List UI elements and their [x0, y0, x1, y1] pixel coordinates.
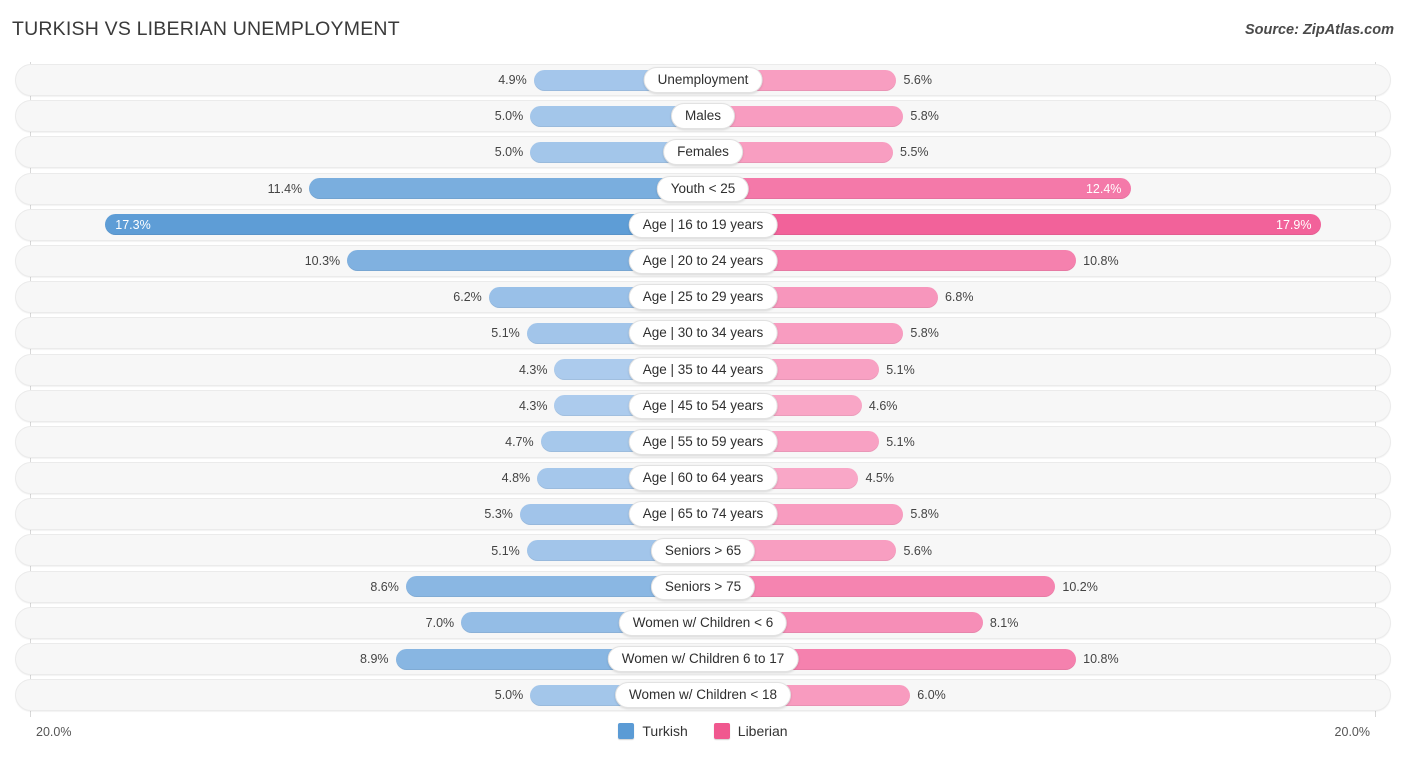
value-label-liberian: 12.4%: [1085, 181, 1122, 196]
value-label-turkish: 5.0%: [494, 109, 524, 124]
chart-row: 11.4% 12.4% Youth < 25: [12, 171, 1394, 207]
chart-row: 5.0% 5.8% Males: [12, 98, 1394, 134]
category-label: Youth < 25: [656, 175, 750, 202]
category-label: Age | 65 to 74 years: [628, 501, 778, 528]
value-label-turkish: 5.1%: [491, 326, 520, 341]
category-label: Age | 20 to 24 years: [628, 248, 778, 275]
page-title: TURKISH VS LIBERIAN UNEMPLOYMENT: [12, 18, 400, 40]
chart-row: 5.3% 5.8% Age | 65 to 74 years: [12, 496, 1394, 532]
value-label-turkish: 4.7%: [505, 434, 534, 449]
chart-row: 17.3% 17.9% Age | 16 to 19 years: [12, 207, 1394, 243]
chart-rows: 4.9% 5.6% Unemployment 5.0% 5.8% Males 5.0% 5.5…: [12, 62, 1394, 713]
chart-row: 5.0% 5.5% Females: [12, 134, 1394, 170]
category-label: Age | 55 to 59 years: [628, 428, 778, 455]
value-label-liberian: 5.6%: [903, 543, 932, 558]
value-label-turkish: 5.0%: [494, 688, 524, 703]
value-label-liberian: 5.8%: [910, 326, 939, 341]
value-label-liberian: 6.8%: [944, 290, 974, 305]
category-label: Age | 30 to 34 years: [628, 320, 778, 347]
category-label: Age | 60 to 64 years: [628, 465, 778, 492]
bar-turkish[interactable]: [105, 214, 703, 236]
chart-row: 5.1% 5.6% Seniors > 65: [12, 532, 1394, 568]
value-label-turkish: 11.4%: [267, 181, 303, 196]
bar-liberian[interactable]: [703, 178, 1132, 200]
source-attribution: Source: ZipAtlas.com: [1244, 22, 1394, 38]
value-label-turkish: 7.0%: [425, 615, 455, 630]
legend-item-liberian[interactable]: Liberian: [713, 723, 788, 739]
value-label-liberian: 17.9%: [1276, 217, 1312, 232]
value-label-liberian: 8.1%: [989, 615, 1019, 630]
bar-liberian[interactable]: [703, 214, 1322, 236]
value-label-turkish: 5.3%: [484, 507, 513, 522]
value-label-liberian: 5.6%: [903, 73, 932, 88]
bar-liberian[interactable]: [703, 576, 1056, 598]
chart-row: 8.6% 10.2% Seniors > 75: [12, 569, 1394, 605]
value-label-liberian: 6.0%: [917, 688, 946, 703]
category-label: Seniors > 65: [650, 537, 756, 564]
legend-swatch-turkish: [618, 723, 635, 739]
chart-row: 4.9% 5.6% Unemployment: [12, 62, 1394, 98]
value-label-liberian: 5.8%: [910, 507, 939, 522]
plot-area: 4.9% 5.6% Unemployment 5.0% 5.8% Males 5.0% 5.5…: [12, 62, 1394, 717]
value-label-turkish: 6.2%: [453, 290, 482, 305]
value-label-turkish: 8.9%: [360, 652, 389, 667]
chart-row: 4.7% 5.1% Age | 55 to 59 years: [12, 424, 1394, 460]
chart-row: 4.3% 4.6% Age | 45 to 54 years: [12, 388, 1394, 424]
chart-row: 5.0% 6.0% Women w/ Children < 18: [12, 677, 1394, 713]
value-label-turkish: 5.1%: [491, 543, 520, 558]
value-label-turkish: 5.0%: [494, 145, 524, 160]
value-label-turkish: 4.3%: [518, 398, 548, 413]
value-label-liberian: 4.5%: [865, 471, 894, 486]
chart-root: TURKISH VS LIBERIAN UNEMPLOYMENT Source:…: [0, 0, 1406, 757]
legend-swatch-liberian: [713, 723, 730, 739]
value-label-turkish: 10.3%: [304, 254, 341, 269]
category-label: Women w/ Children < 6: [618, 609, 788, 636]
category-label: Age | 16 to 19 years: [628, 211, 778, 238]
value-label-liberian: 4.6%: [868, 398, 898, 413]
value-label-liberian: 5.8%: [910, 109, 939, 124]
value-label-liberian: 10.8%: [1083, 652, 1119, 667]
chart-row: 6.2% 6.8% Age | 25 to 29 years: [12, 279, 1394, 315]
chart-row: 5.1% 5.8% Age | 30 to 34 years: [12, 315, 1394, 351]
chart-row: 7.0% 8.1% Women w/ Children < 6: [12, 605, 1394, 641]
chart-row: 10.3% 10.8% Age | 20 to 24 years: [12, 243, 1394, 279]
value-label-turkish: 4.9%: [498, 73, 527, 88]
value-label-turkish: 8.6%: [370, 579, 399, 594]
chart-row: 4.8% 4.5% Age | 60 to 64 years: [12, 460, 1394, 496]
category-label: Females: [663, 139, 743, 166]
legend-label-turkish: Turkish: [642, 723, 688, 739]
category-label: Age | 25 to 29 years: [628, 284, 778, 311]
value-label-liberian: 5.1%: [886, 362, 915, 377]
value-label-turkish: 4.3%: [518, 362, 548, 377]
value-label-liberian: 5.5%: [900, 145, 929, 160]
bar-turkish[interactable]: [309, 178, 703, 200]
category-label: Age | 45 to 54 years: [628, 392, 778, 419]
value-label-liberian: 5.1%: [886, 434, 915, 449]
category-label: Unemployment: [643, 67, 763, 94]
category-label: Women w/ Children < 18: [615, 682, 791, 709]
category-label: Seniors > 75: [650, 573, 756, 600]
category-label: Age | 35 to 44 years: [628, 356, 778, 383]
legend-label-liberian: Liberian: [737, 723, 788, 739]
value-label-turkish: 4.8%: [501, 471, 531, 486]
category-label: Males: [670, 103, 736, 130]
chart-row: 8.9% 10.8% Women w/ Children 6 to 17: [12, 641, 1394, 677]
value-label-turkish: 17.3%: [115, 217, 151, 232]
value-label-liberian: 10.2%: [1062, 579, 1098, 594]
legend-item-turkish[interactable]: Turkish: [618, 723, 688, 739]
value-label-liberian: 10.8%: [1083, 254, 1119, 269]
category-label: Women w/ Children 6 to 17: [607, 646, 799, 673]
chart-legend: Turkish Liberian: [0, 723, 1406, 739]
chart-row: 4.3% 5.1% Age | 35 to 44 years: [12, 352, 1394, 388]
